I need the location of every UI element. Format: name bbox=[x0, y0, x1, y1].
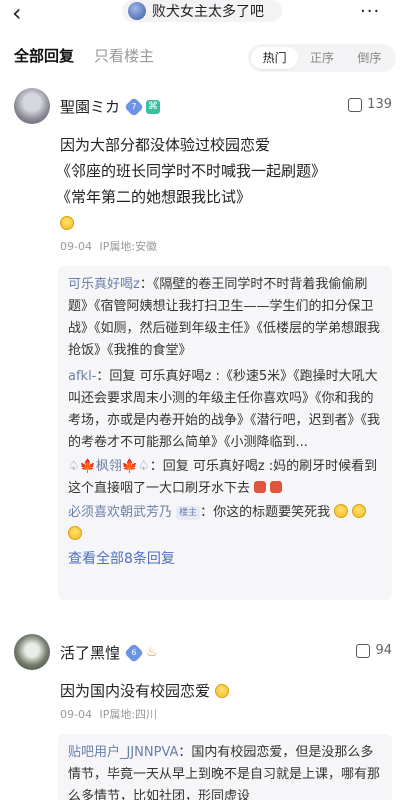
post-meta: 09-04 IP属地:安徽 bbox=[60, 238, 157, 254]
emoji-icon bbox=[214, 684, 229, 698]
reply-username[interactable]: afkl- bbox=[68, 369, 96, 384]
post-date: 09-04 bbox=[60, 240, 92, 253]
sort-descending[interactable]: 倒序 bbox=[346, 47, 393, 69]
like-button[interactable]: 94 bbox=[356, 643, 392, 658]
thumbs-up-icon bbox=[356, 643, 371, 658]
reply-post: 活了黑惶 6 ♨ 94 因为国内没有校园恋爱 09-04 IP属地:四川 贴吧用… bbox=[0, 634, 406, 800]
like-button[interactable]: 139 bbox=[348, 97, 392, 112]
sub-reply[interactable]: 贴吧用户_JJNNPVA：国内有校园恋爱，但是没那么多情节，毕竟一天从早上到晚不… bbox=[68, 742, 382, 800]
page-title: 败犬女主太多了吧 bbox=[152, 4, 264, 20]
emoji-icon bbox=[254, 481, 267, 493]
sub-replies: 可乐真好喝z：《隔壁的卷王同学时不时背着我偷偷刷题》《宿管阿姨想让我打扫卫生——… bbox=[58, 266, 392, 600]
reply-username[interactable]: 可乐真好喝z bbox=[68, 277, 140, 292]
thumbs-up-icon bbox=[348, 97, 363, 112]
forum-avatar bbox=[128, 2, 146, 20]
chevron-left-icon[interactable]: ‹ bbox=[12, 0, 22, 26]
post-meta: 09-04 IP属地:四川 bbox=[60, 706, 157, 722]
avatar[interactable] bbox=[14, 634, 50, 670]
sub-reply[interactable]: 必须喜欢朝武芳乃 楼主 ：你这的标题要笑死我 bbox=[68, 502, 382, 546]
sub-reply[interactable]: ♤🍁枫翎🍁♤：回复 可乐真好喝z :妈的刷牙时候看到这个直接咽了一大口刷牙水下去 bbox=[68, 456, 382, 500]
emoji-icon bbox=[352, 504, 367, 518]
more-horizontal-icon[interactable]: ··· bbox=[360, 1, 380, 22]
post-text-line: 因为大部分都没体验过校园恋爱 bbox=[60, 136, 271, 154]
like-count: 94 bbox=[375, 643, 392, 658]
username[interactable]: 聖園ミカ bbox=[60, 96, 120, 117]
tab-owner-only[interactable]: 只看楼主 bbox=[94, 45, 154, 66]
forum-title-pill[interactable]: 败犬女主太多了吧 bbox=[122, 0, 282, 22]
like-count: 139 bbox=[367, 97, 392, 112]
post-ip: IP属地:四川 bbox=[99, 708, 158, 721]
reply-username[interactable]: 贴吧用户_JJNNPVA bbox=[68, 745, 178, 760]
reply-username[interactable]: 必须喜欢朝武芳乃 bbox=[68, 505, 172, 520]
level-badge: 7 bbox=[124, 96, 144, 117]
post-ip: IP属地:安徽 bbox=[99, 240, 158, 253]
emoji-icon bbox=[270, 481, 283, 493]
sub-reply[interactable]: afkl-：回复 可乐真好喝z :《秒速5米》《跑操时大吼大叫还会要求周末小测的… bbox=[68, 366, 382, 454]
sub-replies: 贴吧用户_JJNNPVA：国内有校园恋爱，但是没那么多情节，毕竟一天从早上到晚不… bbox=[58, 734, 392, 800]
sort-switch: 热门 正序 倒序 bbox=[248, 44, 396, 72]
emoji-icon bbox=[68, 526, 82, 540]
member-badge-icon: ⌘ bbox=[146, 99, 161, 114]
emoji-icon bbox=[60, 214, 74, 232]
sub-reply[interactable]: 可乐真好喝z：《隔壁的卷王同学时不时背着我偷偷刷题》《宿管阿姨想让我打扫卫生——… bbox=[68, 274, 382, 362]
top-bar: ‹ 败犬女主太多了吧 ··· bbox=[0, 0, 406, 28]
owner-tag: 楼主 bbox=[176, 506, 201, 520]
view-all-replies-link[interactable]: 查看全部8条回复 bbox=[68, 548, 382, 570]
post-text-line: 因为国内没有校园恋爱 bbox=[60, 680, 229, 701]
post-text-line: 《邻座的班长同学时不时喊我一起刷题》 bbox=[56, 162, 327, 180]
reply-text: ：你这的标题要笑死我 bbox=[200, 505, 331, 520]
sort-hot[interactable]: 热门 bbox=[251, 47, 299, 69]
tab-all-replies[interactable]: 全部回复 bbox=[14, 45, 74, 66]
username-row: 聖園ミカ 7 ⌘ bbox=[60, 96, 161, 117]
username-row: 活了黑惶 6 ♨ bbox=[60, 642, 158, 663]
level-badge: 6 bbox=[124, 642, 144, 663]
bread-badge-icon: ♨ bbox=[146, 645, 158, 660]
avatar[interactable] bbox=[14, 88, 50, 124]
sort-ascending[interactable]: 正序 bbox=[298, 47, 345, 69]
reply-post: 聖園ミカ 7 ⌘ 139 因为大部分都没体验过校园恋爱 《邻座的班长同学时不时喊… bbox=[0, 88, 406, 608]
emoji-icon bbox=[334, 504, 349, 518]
post-text-line: 《常年第二的她想跟我比试》 bbox=[56, 188, 252, 206]
reply-filter-bar: 全部回复 只看楼主 热门 正序 倒序 bbox=[0, 40, 406, 74]
reply-text: ：回复 可乐真好喝z :《秒速5米》《跑操时大吼大叫还会要求周末小测的年级主任你… bbox=[68, 369, 381, 450]
post-date: 09-04 bbox=[60, 708, 92, 721]
username[interactable]: 活了黑惶 bbox=[60, 642, 120, 663]
reply-username[interactable]: ♤🍁枫翎🍁♤ bbox=[68, 459, 150, 474]
